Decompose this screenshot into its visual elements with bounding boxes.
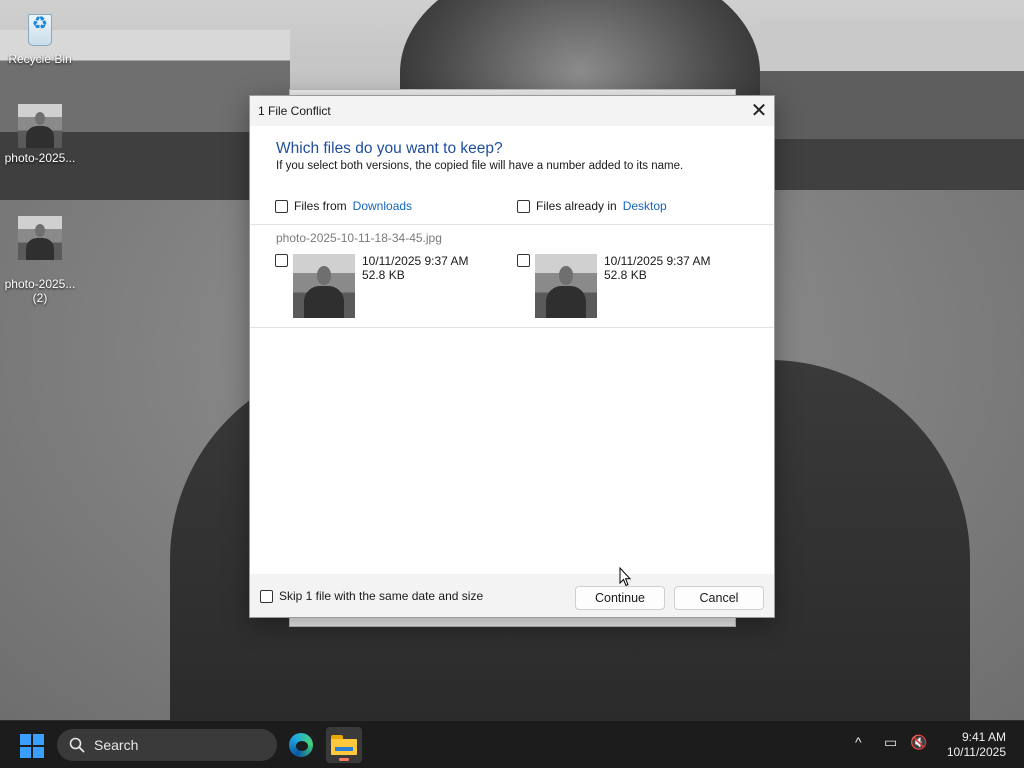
mouse-pointer-icon: [619, 567, 631, 587]
dialog-footer: Skip 1 file with the same date and size …: [250, 574, 774, 617]
taskbar-search[interactable]: Search: [57, 729, 277, 761]
destination-file-size: 52.8 KB: [604, 268, 647, 282]
destination-column-header: Files already in Desktop: [517, 199, 667, 213]
dialog-titlebar[interactable]: 1 File Conflict ✕: [250, 96, 774, 126]
skip-same-files-label: Skip 1 file with the same date and size: [279, 589, 484, 603]
desktop-icon-label: photo-2025... (2): [4, 277, 76, 305]
source-file-details: 10/11/2025 9:37 AM 52.8 KB: [362, 254, 469, 282]
destination-prefix: Files already in: [536, 199, 617, 213]
taskbar: Search ^ ▭ 🔇 9:41 AM 10/11/2025: [0, 720, 1024, 768]
source-file-thumbnail[interactable]: [293, 254, 355, 318]
source-column-header: Files from Downloads: [275, 199, 412, 213]
destination-file-date: 10/11/2025 9:37 AM: [604, 254, 711, 268]
chevron-up-icon[interactable]: ^: [855, 734, 862, 750]
photo-thumbnail-icon: [18, 104, 62, 148]
conflict-file-name: photo-2025-10-11-18-34-45.jpg: [276, 231, 442, 245]
photo-thumbnail-icon: [18, 216, 62, 260]
volume-muted-icon[interactable]: 🔇: [910, 734, 927, 751]
select-all-source-checkbox[interactable]: [275, 199, 288, 213]
divider: [250, 327, 774, 328]
search-label: Search: [94, 737, 139, 753]
search-icon: [69, 737, 85, 753]
wallpaper-shed-right: [760, 20, 1024, 190]
source-location-link[interactable]: Downloads: [353, 199, 412, 213]
continue-button[interactable]: Continue: [575, 586, 665, 610]
file-conflict-dialog: 1 File Conflict ✕ Which files do you wan…: [249, 95, 775, 618]
destination-file-thumbnail[interactable]: [535, 254, 597, 318]
file-explorer-icon: [331, 735, 357, 755]
taskbar-file-explorer[interactable]: [326, 727, 362, 763]
keep-destination-file-checkbox[interactable]: [517, 254, 530, 267]
source-file-size: 52.8 KB: [362, 268, 405, 282]
skip-same-files-option[interactable]: Skip 1 file with the same date and size: [260, 589, 483, 603]
dialog-subheading: If you select both versions, the copied …: [276, 160, 684, 172]
active-indicator: [339, 758, 349, 761]
cancel-button[interactable]: Cancel: [674, 586, 764, 610]
divider: [250, 224, 774, 225]
start-button[interactable]: [20, 734, 44, 758]
close-button[interactable]: ✕: [744, 96, 774, 124]
taskbar-edge[interactable]: [283, 727, 319, 763]
desktop-icon-recycle-bin[interactable]: ♻ Recycle Bin: [0, 8, 80, 66]
dialog-title: 1 File Conflict: [258, 104, 331, 118]
clock-date: 10/11/2025: [946, 745, 1006, 759]
recycle-bin-icon: ♻: [22, 8, 58, 48]
display-icon[interactable]: ▭: [884, 734, 897, 751]
edge-browser-icon: [289, 733, 313, 757]
clock-time: 9:41 AM: [961, 730, 1006, 744]
system-clock[interactable]: 9:41 AM 10/11/2025: [947, 730, 1006, 760]
dialog-heading: Which files do you want to keep?: [276, 140, 503, 157]
desktop-icon-label: Recycle Bin: [8, 52, 72, 66]
select-all-destination-checkbox[interactable]: [517, 199, 530, 213]
destination-file-details: 10/11/2025 9:37 AM 52.8 KB: [604, 254, 711, 282]
desktop-icon-label: photo-2025...: [4, 151, 76, 165]
destination-location-link[interactable]: Desktop: [623, 199, 667, 213]
desktop-icon-photo-2[interactable]: photo-2025... (2): [0, 202, 80, 319]
source-file-date: 10/11/2025 9:37 AM: [362, 254, 469, 268]
keep-source-file-checkbox[interactable]: [275, 254, 288, 267]
close-icon: ✕: [750, 99, 768, 122]
skip-same-files-checkbox[interactable]: [260, 589, 273, 603]
desktop-icon-photo-1[interactable]: photo-2025...: [0, 104, 80, 165]
source-prefix: Files from: [294, 199, 347, 213]
